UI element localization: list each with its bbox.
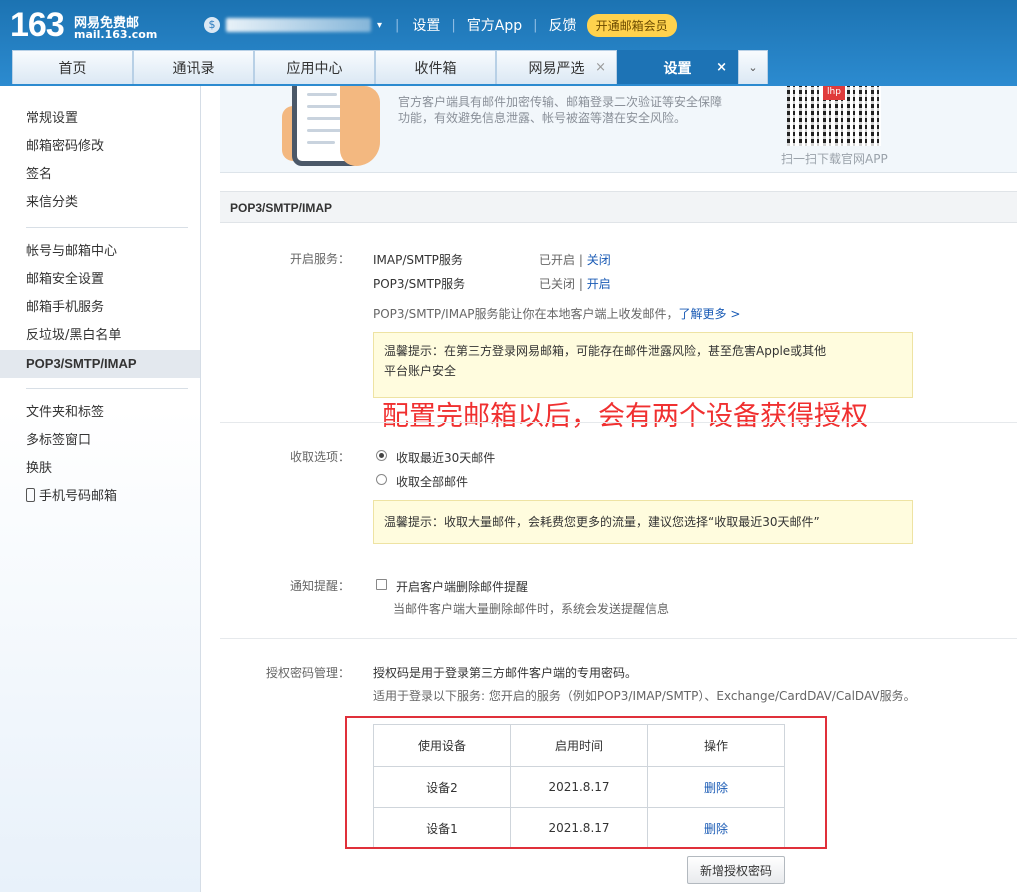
receive-all-radio[interactable] (376, 474, 387, 485)
app-banner: 官方客户端具有邮件加密传输、邮箱登录二次验证等安全保障功能，有效避免信息泄露、帐… (220, 86, 1017, 173)
auth-desc-2: 适用于登录以下服务: 您开启的服务（例如POP3/IMAP/SMTP）、Exch… (373, 689, 916, 703)
sidebar-item-account-center[interactable]: 帐号与邮箱中心 (26, 242, 117, 262)
settings-sidebar: 常规设置 邮箱密码修改 签名 来信分类 帐号与邮箱中心 邮箱安全设置 邮箱手机服… (0, 86, 201, 892)
divider (220, 638, 1017, 639)
close-icon[interactable]: × (716, 60, 727, 75)
receive-all-label[interactable]: 收取全部邮件 (396, 473, 468, 490)
user-name-redacted[interactable] (226, 18, 371, 32)
imap-close-link[interactable]: 关闭 (587, 253, 611, 267)
hand-illustration (340, 86, 380, 166)
pop3-open-link[interactable]: 开启 (587, 277, 611, 291)
receive-options-label: 收取选项： (289, 450, 350, 464)
sidebar-item-pop3-smtp-imap[interactable]: POP3/SMTP/IMAP (0, 350, 200, 378)
settings-link[interactable]: 设置 (412, 15, 440, 35)
tab-settings[interactable]: 设置 × (617, 50, 738, 84)
divider (220, 422, 1017, 423)
sidebar-item-skin[interactable]: 换肤 (26, 459, 52, 479)
divider (26, 227, 188, 228)
security-notice: 温馨提示：在第三方登录网易邮箱，可能存在邮件泄露风险，甚至危害Apple或其他 … (373, 332, 913, 398)
imap-service-status: 已开启 | 关闭 (539, 253, 611, 267)
sidebar-item-mobile-service[interactable]: 邮箱手机服务 (26, 298, 104, 318)
pop3-service-name: POP3/SMTP服务 (373, 277, 466, 291)
receive-30days-label[interactable]: 收取最近30天邮件 (396, 449, 495, 466)
annotation-text: 配置完邮箱以后，会有两个设备获得授权 (382, 401, 868, 432)
phone-icon (26, 488, 35, 502)
sidebar-item-folders[interactable]: 文件夹和标签 (26, 403, 104, 423)
delete-reminder-desc: 当邮件客户端大量删除邮件时，系统会发送提醒信息 (393, 602, 670, 616)
new-auth-code-button[interactable]: 新增授权密码 (687, 856, 785, 884)
user-account-icon: $ (204, 17, 220, 33)
qr-caption: 扫一扫下载官网APP (781, 152, 888, 166)
divider (26, 388, 188, 389)
services-label: 开启服务： (289, 252, 350, 266)
sidebar-item-antispam[interactable]: 反垃圾/黑白名单 (26, 326, 121, 346)
settings-main: 官方客户端具有邮件加密传输、邮箱登录二次验证等安全保障功能，有效避免信息泄露、帐… (220, 86, 1017, 892)
auth-label: 授权密码管理： (265, 666, 350, 680)
section-title: POP3/SMTP/IMAP (220, 191, 1017, 223)
learn-more-link[interactable]: 了解更多 > (679, 307, 741, 321)
tab-app-center[interactable]: 应用中心 (254, 50, 375, 84)
user-dropdown-icon[interactable]: ▾ (377, 20, 382, 31)
receive-30days-radio[interactable] (376, 450, 387, 461)
logo-url: mail.163.com (74, 28, 158, 41)
user-area: $ ▾ | 设置 | 官方App | 反馈 开通邮箱会员 (204, 13, 677, 37)
tab-inbox[interactable]: 收件箱 (375, 50, 496, 84)
close-icon[interactable]: × (595, 60, 606, 75)
banner-description: 官方客户端具有邮件加密传输、邮箱登录二次验证等安全保障功能，有效避免信息泄露、帐… (398, 95, 723, 125)
tab-contacts[interactable]: 通讯录 (133, 50, 254, 84)
top-header: 163 网易免费邮 mail.163.com $ ▾ | 设置 | 官方App … (0, 0, 1017, 86)
sidebar-item-multi-tab[interactable]: 多标签窗口 (26, 431, 91, 451)
official-app-link[interactable]: 官方App (467, 15, 522, 35)
sidebar-item-filters[interactable]: 来信分类 (26, 193, 78, 213)
sidebar-item-security[interactable]: 邮箱安全设置 (26, 270, 104, 290)
pop3-service-status: 已关闭 | 开启 (539, 277, 611, 291)
vip-button[interactable]: 开通邮箱会员 (586, 13, 677, 37)
sidebar-item-phone-mail[interactable]: 手机号码邮箱 (26, 487, 117, 507)
delete-reminder-label[interactable]: 开启客户端删除邮件提醒 (396, 578, 528, 595)
imap-service-name: IMAP/SMTP服务 (373, 253, 463, 267)
auth-desc-1: 授权码是用于登录第三方邮件客户端的专用密码。 (373, 666, 638, 680)
tab-home[interactable]: 首页 (12, 50, 133, 84)
tab-bar: 首页 通讯录 应用中心 收件箱 网易严选 × 设置 × ⌄ (12, 50, 768, 86)
services-description: POP3/SMTP/IMAP服务能让你在本地客户端上收发邮件，了解更多 > (373, 307, 741, 321)
highlight-box (345, 716, 827, 849)
qr-code: lhp (787, 86, 881, 146)
feedback-link[interactable]: 反馈 (549, 15, 577, 35)
delete-reminder-checkbox[interactable] (376, 579, 387, 590)
notify-label: 通知提醒： (289, 579, 350, 593)
tab-more-dropdown-icon[interactable]: ⌄ (738, 50, 768, 84)
tab-yanxuan[interactable]: 网易严选 × (496, 50, 617, 84)
logo-number: 163 (10, 6, 65, 44)
sidebar-item-signature[interactable]: 签名 (26, 165, 52, 185)
sidebar-item-general[interactable]: 常规设置 (26, 109, 78, 129)
sidebar-item-password[interactable]: 邮箱密码修改 (26, 137, 104, 157)
traffic-notice: 温馨提示：收取大量邮件，会耗费您更多的流量，建议您选择“收取最近30天邮件” (373, 500, 913, 544)
app-logo-icon: lhp (823, 86, 845, 100)
